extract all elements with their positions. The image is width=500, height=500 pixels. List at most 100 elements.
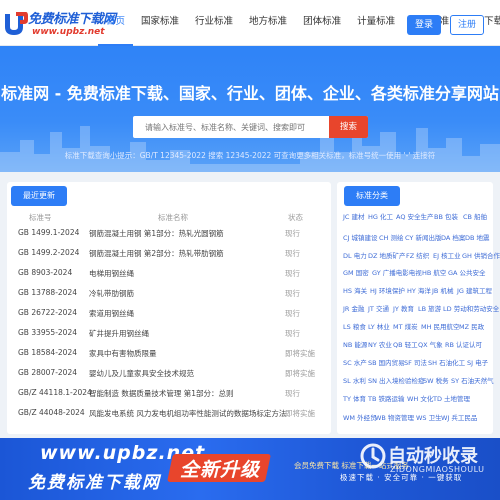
standard-code[interactable]: GB/Z 44118.1-2024 (18, 388, 92, 397)
table-row[interactable]: GB 13788-2024 冷轧带肋钢筋 现行 (7, 284, 331, 303)
register-button[interactable]: 注册 (450, 15, 484, 35)
table-row[interactable]: GB 28007-2024 婴幼儿及儿童家具安全技术规范 即将实施 (7, 364, 331, 383)
standard-code[interactable]: GB/Z 44048-2024 (18, 408, 85, 417)
category-link[interactable]: DA 档案 (441, 232, 465, 242)
category-link[interactable]: SF 司法 (404, 357, 427, 367)
category-link[interactable]: HG 化工 (368, 211, 393, 221)
category-link[interactable]: WB 物资管理 (375, 412, 414, 422)
category-link[interactable]: DZ 地质矿产 (368, 250, 406, 260)
category-link[interactable]: MH 民用航空 (421, 321, 460, 331)
table-row[interactable]: GB 8903-2024 电梯用钢丝绳 现行 (7, 264, 331, 283)
category-link[interactable]: HY 海洋 (407, 285, 431, 295)
standard-code[interactable]: GB 8903-2024 (18, 268, 72, 277)
standard-name[interactable]: 风能发电系统 风力发电机组功率性能测试的数据场标定方法 (89, 408, 286, 419)
nav-local-standards[interactable]: 地方标准 (241, 0, 295, 46)
standard-code[interactable]: GB 1499.1-2024 (18, 228, 79, 237)
table-row[interactable]: GB/Z 44048-2024 风能发电系统 风力发电机组功率性能测试的数据场标… (7, 404, 331, 423)
site-logo[interactable]: 免费标准下载网 www.upbz.net (2, 6, 116, 42)
table-row[interactable]: GB 1499.2-2024 钢筋混凝土用钢 第2部分：热轧带肋钢筋 现行 (7, 244, 331, 263)
category-link[interactable]: SB 国内贸易 (368, 357, 405, 367)
category-link[interactable]: WH 文化 (407, 393, 433, 403)
category-link[interactable]: CY 新闻出版 (405, 232, 441, 242)
table-row[interactable]: GB 33955-2024 矿井提升用钢丝绳 现行 (7, 324, 331, 343)
category-link[interactable]: GH 供销合作 (462, 250, 500, 260)
standard-code[interactable]: GB 33955-2024 (18, 328, 77, 337)
table-row[interactable]: GB 26722-2024 索道用钢丝绳 现行 (7, 304, 331, 323)
category-link[interactable]: SH 石油化工 (428, 357, 465, 367)
category-link[interactable]: SY 石油天然气 (451, 375, 494, 385)
standard-name[interactable]: 智能制造 数据质量技术管理 第1部分：总则 (89, 388, 234, 399)
standard-name[interactable]: 矿井提升用钢丝绳 (89, 328, 149, 339)
category-link[interactable]: SN 出入境检验检疫 (368, 375, 425, 385)
category-link[interactable]: EJ 核工业 (433, 250, 461, 260)
category-link[interactable]: LS 粮食 (343, 321, 366, 331)
standard-code[interactable]: GB 1499.2-2024 (18, 248, 79, 257)
category-link[interactable]: CB 船舶 (463, 211, 487, 221)
standard-name[interactable]: 索道用钢丝绳 (89, 308, 134, 319)
category-link[interactable]: HJ 环境保护 (370, 285, 405, 295)
category-link[interactable]: QB 轻工 (393, 339, 418, 349)
search-button[interactable]: 搜索 (329, 116, 368, 138)
standard-name[interactable]: 婴幼儿及儿童家具安全技术规范 (89, 368, 194, 379)
category-link[interactable]: SJ 电子 (467, 357, 488, 367)
category-link[interactable]: TD 土地管理 (433, 393, 470, 403)
category-link[interactable]: HS 海关 (343, 285, 367, 295)
nav-group-standards[interactable]: 团体标准 (295, 0, 349, 46)
category-link[interactable]: TY 体育 (343, 393, 366, 403)
category-link[interactable]: GM 国密 (343, 267, 369, 277)
standard-code[interactable]: GB 13788-2024 (18, 288, 77, 297)
nav-industry-standards[interactable]: 行业标准 (187, 0, 241, 46)
category-link[interactable]: HB 航空 (422, 267, 446, 277)
standard-name[interactable]: 电梯用钢丝绳 (89, 268, 134, 279)
category-link[interactable]: TB 铁路运输 (368, 393, 405, 403)
category-link[interactable]: CH 测绘 (379, 232, 404, 242)
category-link[interactable]: JT 交通 (368, 303, 389, 313)
table-row[interactable]: GB 1499.1-2024 钢筋混凝土用钢 第1部分：热轧光圆钢筋 现行 (7, 224, 331, 243)
category-link[interactable]: GY 广播电影电视 (372, 267, 422, 277)
login-button[interactable]: 登录 (407, 15, 441, 35)
nav-home[interactable]: 首页 (98, 0, 134, 46)
standard-name[interactable]: 家具中有害物质限量 (89, 348, 157, 359)
category-link[interactable]: DB 地震 (465, 232, 490, 242)
category-link[interactable]: NY 农业 (368, 339, 392, 349)
table-row[interactable]: GB 18584-2024 家具中有害物质限量 即将实施 (7, 344, 331, 363)
category-link[interactable]: DL 电力 (343, 250, 367, 260)
category-link[interactable]: SL 水利 (343, 375, 366, 385)
category-link[interactable]: JB 机械 (432, 285, 453, 295)
standard-code[interactable]: GB 28007-2024 (18, 368, 77, 377)
nav-metrology-standards[interactable]: 计量标准 (349, 0, 403, 46)
category-link[interactable]: FZ 纺织 (406, 250, 429, 260)
category-link[interactable]: JG 建筑工程 (457, 285, 492, 295)
category-link[interactable]: NB 能源 (343, 339, 367, 349)
category-link[interactable]: JY 教育 (393, 303, 414, 313)
category-link[interactable]: MZ 民政 (459, 321, 484, 331)
category-link[interactable]: SC 水产 (343, 357, 367, 367)
category-link[interactable]: LD 劳动和劳动安全 (443, 303, 499, 313)
tab-standard-categories[interactable]: 标准分类 (344, 186, 400, 206)
category-link[interactable]: BB 包装 (434, 211, 458, 221)
standard-code[interactable]: GB 18584-2024 (18, 348, 77, 357)
category-link[interactable]: RB 认证认可 (445, 339, 482, 349)
table-row[interactable]: GB/Z 44118.1-2024 智能制造 数据质量技术管理 第1部分：总则 … (7, 384, 331, 403)
category-link[interactable]: WS 卫生 (416, 412, 442, 422)
standard-code[interactable]: GB 26722-2024 (18, 308, 77, 317)
tab-latest-updates[interactable]: 最近更新 (11, 186, 67, 206)
standard-name[interactable]: 钢筋混凝土用钢 第1部分：热轧光圆钢筋 (89, 228, 224, 239)
category-link[interactable]: WJ 兵工民品 (441, 412, 477, 422)
category-link[interactable]: WM 外经贸 (343, 412, 377, 422)
category-link[interactable]: JR 金融 (343, 303, 365, 313)
standard-name[interactable]: 钢筋混凝土用钢 第2部分：热轧带肋钢筋 (89, 248, 224, 259)
category-link[interactable]: JC 建材 (343, 211, 365, 221)
category-link[interactable]: GA 公共安全 (448, 267, 486, 277)
category-link[interactable]: MT 煤炭 (393, 321, 418, 331)
category-link[interactable]: QX 气象 (418, 339, 443, 349)
category-link[interactable]: AQ 安全生产 (396, 211, 434, 221)
category-link[interactable]: SW 税务 (423, 375, 449, 385)
category-link[interactable]: CJ 城镇建设 (343, 232, 378, 242)
search-input[interactable] (133, 116, 329, 138)
standard-name[interactable]: 冷轧带肋钢筋 (89, 288, 134, 299)
nav-national-standards[interactable]: 国家标准 (133, 0, 187, 46)
category-link[interactable]: LB 旅游 (418, 303, 441, 313)
category-link[interactable]: LY 林业 (368, 321, 390, 331)
standard-status: 现行 (285, 289, 300, 298)
